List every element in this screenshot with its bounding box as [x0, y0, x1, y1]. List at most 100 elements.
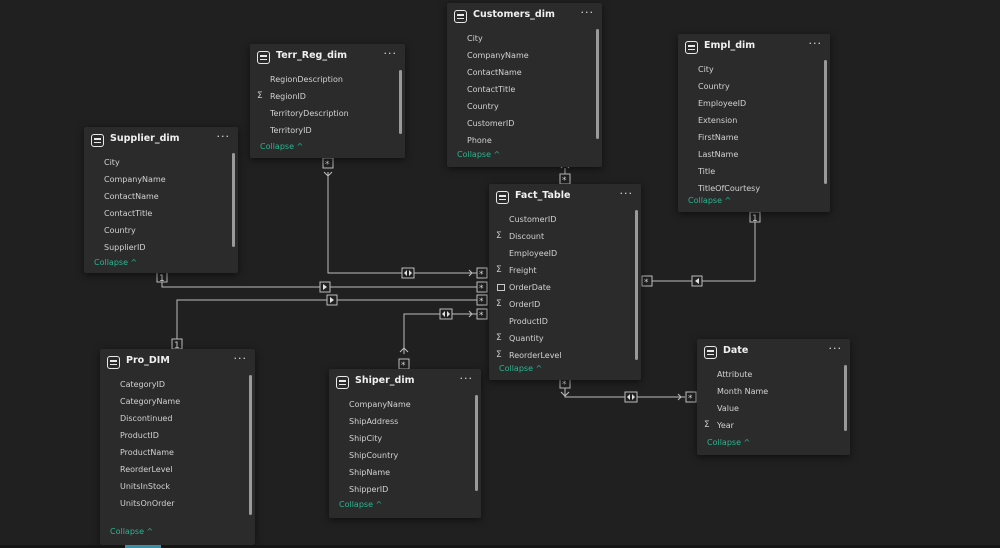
field-row[interactable]: Country	[447, 99, 602, 116]
field-row[interactable]: Σ RegionID	[250, 89, 405, 106]
collapse-link[interactable]: Collapse ^	[688, 196, 731, 205]
more-options-button[interactable]: ···	[581, 6, 595, 19]
field-row[interactable]: Σ ReorderLevel	[489, 348, 641, 365]
field-row[interactable]: ReorderLevel	[100, 462, 255, 479]
field-row[interactable]: TitleOfCourtesy	[678, 181, 830, 193]
table-card-header[interactable]: Empl_dim ···	[678, 34, 830, 62]
field-row[interactable]: UnitsOnOrder	[100, 496, 255, 513]
table-card-customers-dim[interactable]: Customers_dim ··· City CompanyName Conta…	[447, 3, 602, 167]
table-card-header[interactable]: Terr_Reg_dim ···	[250, 44, 405, 72]
field-row[interactable]: ShipAddress	[329, 414, 481, 431]
field-row[interactable]: Extension	[678, 113, 830, 130]
field-row[interactable]: TerritoryDescription	[250, 106, 405, 123]
collapse-link[interactable]: Collapse ^	[94, 258, 137, 267]
field-row[interactable]: ProductID	[489, 314, 641, 331]
field-row[interactable]: ContactTitle	[447, 82, 602, 99]
table-card-terr-reg-dim[interactable]: Terr_Reg_dim ··· RegionDescription Σ Regi…	[250, 44, 405, 158]
field-row[interactable]: CategoryName	[100, 394, 255, 411]
field-row[interactable]: City	[84, 155, 238, 172]
field-row[interactable]: CustomerID	[489, 212, 641, 229]
collapse-link[interactable]: Collapse ^	[110, 527, 153, 536]
field-row[interactable]: City	[447, 31, 602, 48]
more-options-button[interactable]: ···	[234, 352, 248, 365]
table-card-supplier-dim[interactable]: Supplier_dim ··· City CompanyName Contac…	[84, 127, 238, 273]
collapse-link[interactable]: Collapse ^	[339, 500, 382, 509]
field-row[interactable]: ShipCity	[329, 431, 481, 448]
table-card-header[interactable]: Pro_DIM ···	[100, 349, 255, 377]
collapse-link[interactable]: Collapse ^	[499, 364, 542, 373]
collapse-link[interactable]: Collapse ^	[260, 142, 303, 151]
field-row[interactable]: Σ Freight	[489, 263, 641, 280]
field-row[interactable]: Title	[678, 164, 830, 181]
field-row[interactable]: ContactTitle	[84, 206, 238, 223]
field-row[interactable]: RegionDescription	[250, 72, 405, 89]
field-row[interactable]: ShipCountry	[329, 448, 481, 465]
field-row[interactable]: LastName	[678, 147, 830, 164]
more-options-button[interactable]: ···	[829, 342, 843, 355]
field-row[interactable]: Discontinued	[100, 411, 255, 428]
field-row[interactable]: UnitsInStock	[100, 479, 255, 496]
field-row[interactable]: Month Name	[697, 384, 850, 401]
field-row[interactable]: Σ Discount	[489, 229, 641, 246]
field-row[interactable]: Phone	[447, 133, 602, 150]
table-card-pro-dim[interactable]: Pro_DIM ··· CategoryID CategoryName Disc…	[100, 349, 255, 545]
table-card-header[interactable]: Supplier_dim ···	[84, 127, 238, 155]
table-card-shiper-dim[interactable]: Shiper_dim ··· CompanyName ShipAddress S…	[329, 369, 481, 518]
scrollbar[interactable]	[232, 153, 235, 247]
field-row[interactable]: CustomerID	[447, 116, 602, 133]
field-row[interactable]: City	[678, 62, 830, 79]
more-options-button[interactable]: ···	[384, 47, 398, 60]
scrollbar[interactable]	[399, 70, 402, 134]
field-row[interactable]: TerritoryID	[250, 123, 405, 140]
scrollbar[interactable]	[475, 395, 478, 491]
cardinality-many-icon: *	[641, 275, 653, 288]
collapse-link[interactable]: Collapse ^	[707, 438, 750, 447]
field-row[interactable]: OrderDate	[489, 280, 641, 297]
table-card-empl-dim[interactable]: Empl_dim ··· City Country EmployeeID Ext…	[678, 34, 830, 212]
field-name: ShipCity	[349, 434, 383, 443]
field-row[interactable]: Σ Year	[697, 418, 850, 435]
table-card-date[interactable]: Date ··· Attribute Month Name Value Σ Yea…	[697, 339, 850, 455]
field-row[interactable]: ShipperID	[329, 482, 481, 499]
field-row[interactable]: ShipName	[329, 465, 481, 482]
table-card-fact-table[interactable]: Fact_Table ··· CustomerID Σ Discount Empl…	[489, 184, 641, 380]
scrollbar[interactable]	[635, 210, 638, 360]
collapse-link[interactable]: Collapse ^	[457, 150, 500, 159]
field-row[interactable]: Σ Quantity	[489, 331, 641, 348]
field-row[interactable]: ContactName	[84, 189, 238, 206]
scrollbar[interactable]	[844, 365, 847, 431]
table-card-header[interactable]: Customers_dim ···	[447, 3, 602, 31]
more-options-button[interactable]: ···	[809, 37, 823, 50]
field-row[interactable]: ProductID	[100, 428, 255, 445]
field-list: CompanyName ShipAddress ShipCity ShipCou…	[329, 397, 481, 499]
scrollbar[interactable]	[249, 375, 252, 515]
more-options-button[interactable]: ···	[217, 130, 231, 143]
field-row[interactable]: SupplierID	[84, 240, 238, 257]
field-row[interactable]: ProductName	[100, 445, 255, 462]
field-row[interactable]: EmployeeID	[489, 246, 641, 263]
table-card-header[interactable]: Date ···	[697, 339, 850, 367]
table-card-header[interactable]: Shiper_dim ···	[329, 369, 481, 397]
scrollbar[interactable]	[596, 29, 599, 139]
field-name: City	[104, 158, 120, 167]
field-row[interactable]: FirstName	[678, 130, 830, 147]
field-row[interactable]: Σ OrderID	[489, 297, 641, 314]
table-card-header[interactable]: Fact_Table ···	[489, 184, 641, 212]
field-row[interactable]: CompanyName	[84, 172, 238, 189]
field-row[interactable]: Country	[84, 223, 238, 240]
svg-text:*: *	[325, 160, 330, 170]
field-row[interactable]: CategoryID	[100, 377, 255, 394]
field-name: ContactTitle	[104, 209, 153, 218]
field-row[interactable]: EmployeeID	[678, 96, 830, 113]
field-name: Phone	[467, 136, 492, 145]
field-row[interactable]: CompanyName	[329, 397, 481, 414]
field-row[interactable]: ContactName	[447, 65, 602, 82]
field-row[interactable]: CompanyName	[447, 48, 602, 65]
more-options-button[interactable]: ···	[460, 372, 474, 385]
field-row[interactable]: Attribute	[697, 367, 850, 384]
field-row[interactable]: Value	[697, 401, 850, 418]
scrollbar[interactable]	[824, 60, 827, 184]
sum-icon: Σ	[496, 333, 502, 343]
more-options-button[interactable]: ···	[620, 187, 634, 200]
field-row[interactable]: Country	[678, 79, 830, 96]
